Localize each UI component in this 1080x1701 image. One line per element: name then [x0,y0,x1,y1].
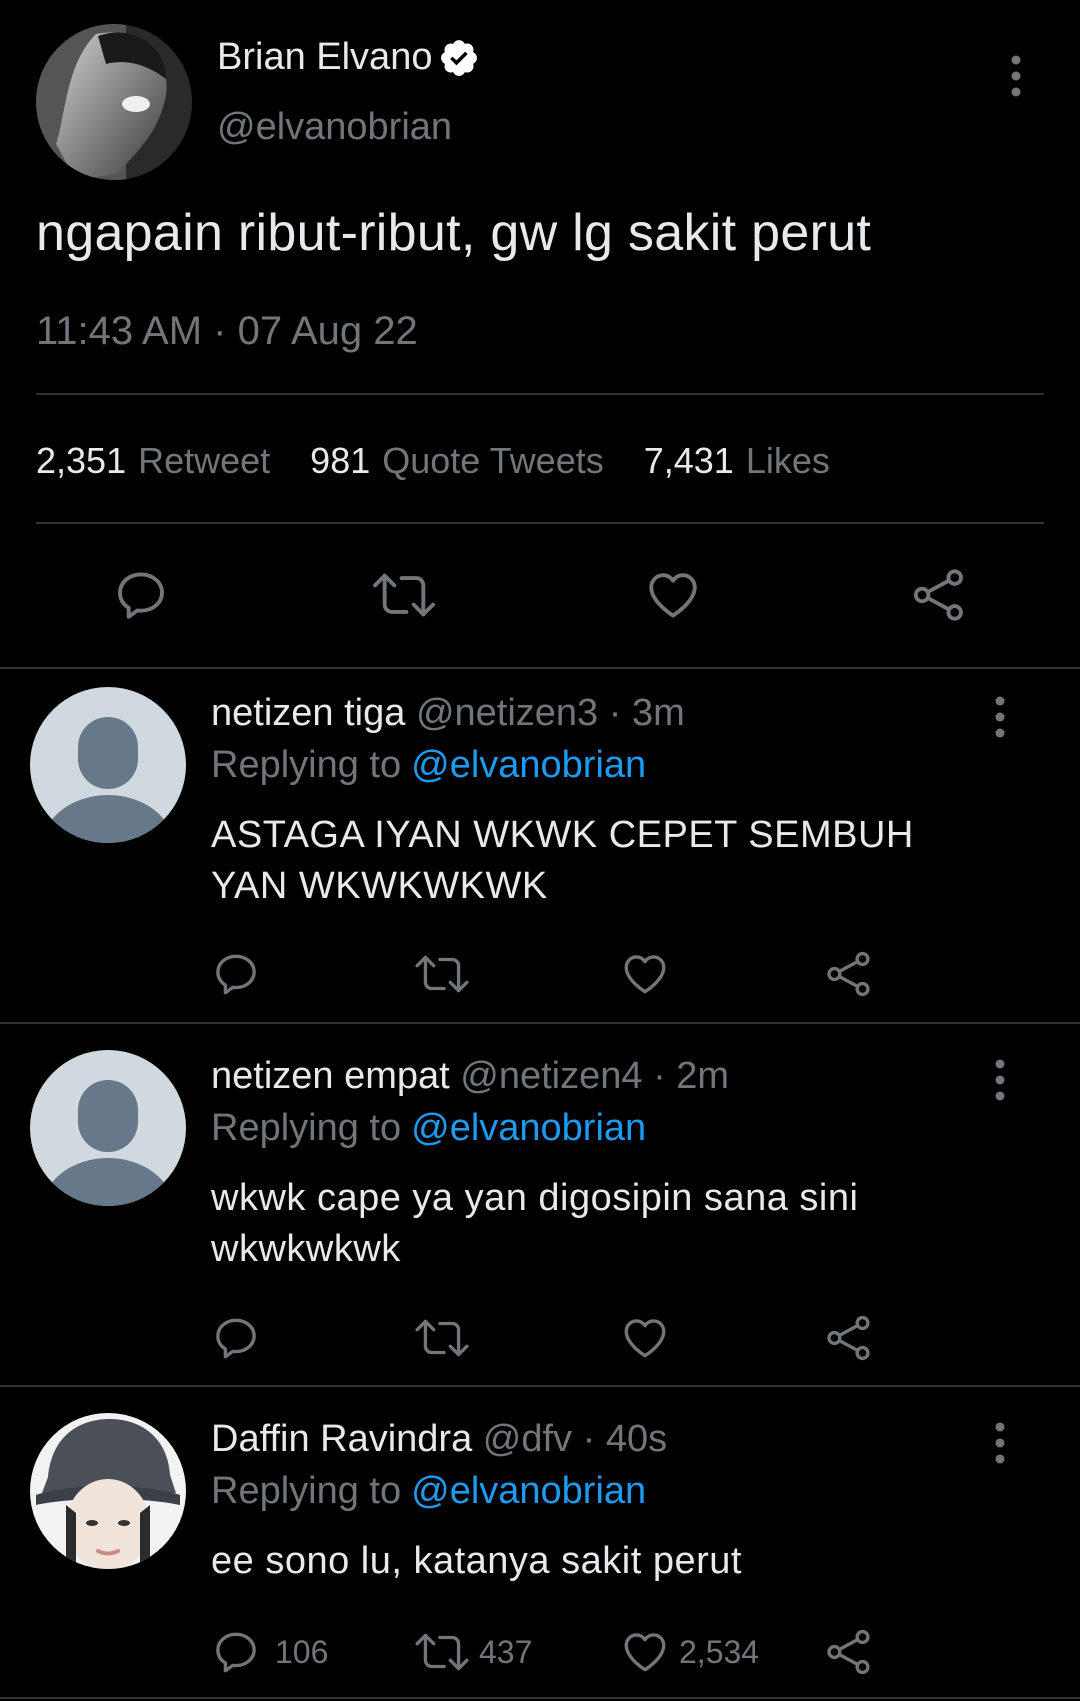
replying-to: Replying to @elvanobrian [211,744,647,786]
retweet-button[interactable]: 437 [413,1627,532,1677]
reply-author-avatar[interactable] [30,1413,186,1569]
like-button[interactable] [619,1313,671,1363]
replying-to: Replying to @elvanobrian [211,1470,647,1512]
more-options-icon[interactable] [1004,52,1028,102]
reply-count: 106 [275,1633,329,1670]
reply-mention-link[interactable]: @elvanobrian [411,1470,646,1512]
reply-author-name[interactable]: netizen tiga [211,692,405,734]
quote-stat[interactable]: 981 Quote Tweets [310,440,604,482]
share-icon [827,951,870,997]
reply-meta: @dfv · 40s [482,1418,668,1460]
author-name-text: Brian Elvano [217,36,433,78]
reply-text: ASTAGA IYAN WKWK CEPET SEMBUH YAN WKWKWK… [211,814,914,907]
share-icon [827,1315,870,1361]
reply-meta: @netizen3 · 3m [415,692,685,734]
share-button[interactable] [824,1313,874,1363]
retweet-stat[interactable]: 2,351 Retweet [36,440,270,482]
heart-icon [624,955,666,994]
likes-stat[interactable]: 7,431 Likes [644,440,830,482]
reply-button[interactable]: 106 [211,1627,328,1677]
like-count: 2,534 [679,1633,760,1670]
reply-tweet[interactable]: netizen tiga @netizen3 · 3m Replying to @… [0,669,1080,1022]
default-avatar[interactable] [30,1050,186,1206]
reply-tweet[interactable]: Daffin Ravindra @dfv · 40s Replying to @e… [0,1387,1080,1701]
more-options-icon[interactable] [988,1056,1012,1106]
more-options-icon[interactable] [988,1419,1012,1469]
like-button[interactable] [643,566,703,624]
share-button[interactable] [824,1627,874,1677]
more-options-icon[interactable] [988,693,1012,743]
like-button[interactable]: 2,534 [619,1627,759,1677]
main-tweet: Brian Elvano @elvanobrian ngapain ribut-… [0,0,1080,669]
reply-icon [216,1632,256,1673]
retweet-icon [373,573,435,617]
retweet-icon [415,955,469,993]
reply-button[interactable] [211,949,261,999]
divider [36,393,1044,395]
reply-author-name[interactable]: Daffin Ravindra [211,1418,472,1460]
reply-button[interactable] [211,1313,261,1363]
reply-mention-link[interactable]: @elvanobrian [411,744,646,786]
reply-meta: @netizen4 · 2m [460,1055,730,1097]
tweet-text: ngapain ribut-ribut, gw lg sakit perut [36,204,872,262]
retweet-icon [415,1319,469,1357]
heart-icon [649,573,697,618]
retweet-button[interactable] [370,566,438,624]
divider [0,1697,1080,1699]
reply-header: Daffin Ravindra @dfv · 40s [211,1418,667,1461]
replying-to: Replying to @elvanobrian [211,1107,647,1149]
author-avatar[interactable] [36,24,192,180]
retweet-count: 437 [479,1633,533,1670]
share-button[interactable] [910,566,968,624]
share-icon [913,569,963,621]
reply-header: netizen empat @netizen4 · 2m [211,1055,729,1098]
retweet-button[interactable] [413,1313,471,1363]
heart-icon [624,1319,666,1358]
reply-tweet[interactable]: netizen empat @netizen4 · 2m Replying to… [0,1024,1080,1386]
tweet-timestamp[interactable]: 11:43 AM · 07 Aug 22 [36,309,418,354]
like-button[interactable] [619,949,671,999]
default-avatar[interactable] [30,687,186,843]
reply-icon [118,572,164,619]
reply-text: ee sono lu, katanya sakit perut [211,1540,742,1582]
reply-text: wkwk cape ya yan digosipin sana sini wkw… [211,1177,859,1270]
author-handle[interactable]: @elvanobrian [217,106,452,149]
reply-icon [216,1318,256,1359]
verified-badge-icon [441,39,478,76]
retweet-button[interactable] [413,949,471,999]
tweet-stats: 2,351 Retweet 981 Quote Tweets 7,431 Likes [36,440,830,482]
author-name[interactable]: Brian Elvano [217,36,480,79]
divider [36,522,1044,524]
reply-mention-link[interactable]: @elvanobrian [411,1107,646,1149]
share-icon [827,1629,870,1675]
share-button[interactable] [824,949,874,999]
reply-author-name[interactable]: netizen empat [211,1055,450,1097]
heart-icon [624,1633,666,1672]
reply-button[interactable] [112,566,170,624]
retweet-icon [415,1633,469,1671]
reply-header: netizen tiga @netizen3 · 3m [211,692,685,735]
reply-icon [216,954,256,995]
